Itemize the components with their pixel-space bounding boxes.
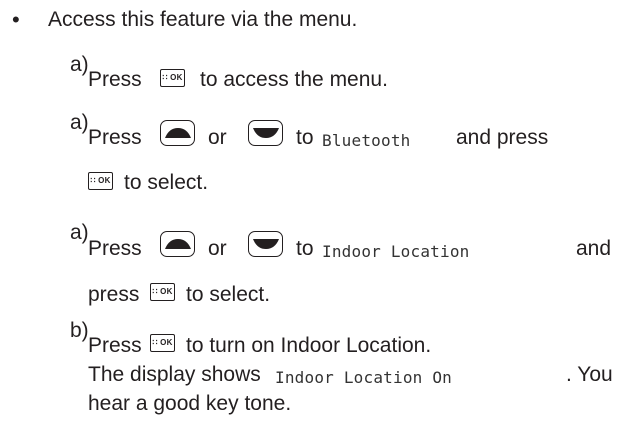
step-1-text: to access the menu. bbox=[200, 68, 388, 91]
up-key-icon bbox=[160, 231, 195, 257]
ok-key-grid-glyph: ∷ bbox=[152, 338, 158, 347]
ok-key-label: OK bbox=[160, 338, 173, 347]
ok-key-label: OK bbox=[170, 73, 183, 82]
menu-ok-key-icon: ∷ OK bbox=[88, 172, 113, 190]
step-2-press: Press bbox=[88, 126, 142, 149]
step-3-or: or bbox=[208, 237, 227, 260]
step-2-and-press: and press bbox=[456, 126, 549, 149]
step-4-tone: hear a good key tone. bbox=[88, 392, 292, 415]
step-2-to: to bbox=[296, 126, 314, 149]
step-3-menu-item: Indoor Location bbox=[322, 242, 470, 261]
step-2-select: to select. bbox=[124, 171, 209, 194]
step-4-press: Press bbox=[88, 334, 142, 357]
step-1-marker: a) bbox=[70, 53, 89, 76]
step-4-text: to turn on Indoor Location. bbox=[186, 334, 432, 357]
step-3-and: and bbox=[576, 237, 612, 260]
ok-key-grid-glyph: ∷ bbox=[90, 176, 96, 185]
menu-ok-key-icon: ∷ OK bbox=[150, 334, 175, 352]
intro-text: Access this feature via the menu. bbox=[48, 8, 358, 31]
step-4-display-value: Indoor Location On bbox=[275, 368, 452, 387]
step-2-marker: a) bbox=[70, 111, 89, 134]
ok-key-grid-glyph: ∷ bbox=[152, 287, 158, 296]
menu-ok-key-icon: ∷ OK bbox=[160, 69, 185, 87]
ok-key-label: OK bbox=[98, 176, 111, 185]
step-3-select: to select. bbox=[186, 283, 271, 306]
step-2-or: or bbox=[208, 126, 227, 149]
down-key-icon bbox=[248, 120, 283, 146]
step-3-press-lower: press bbox=[88, 283, 140, 306]
menu-ok-key-icon: ∷ OK bbox=[150, 283, 175, 301]
step-3-press: Press bbox=[88, 237, 142, 260]
step-3-to: to bbox=[296, 237, 314, 260]
ok-key-grid-glyph: ∷ bbox=[162, 73, 168, 82]
down-key-icon bbox=[248, 231, 283, 257]
step-4-display-prefix: The display shows bbox=[88, 363, 261, 386]
step-3-marker: a) bbox=[70, 221, 89, 244]
up-key-icon bbox=[160, 120, 195, 146]
step-4-marker: b) bbox=[70, 319, 89, 342]
step-1-press: Press bbox=[88, 68, 142, 91]
ok-key-label: OK bbox=[160, 287, 173, 296]
step-2-menu-item: Bluetooth bbox=[322, 131, 411, 150]
step-4-display-suffix: . You bbox=[566, 363, 613, 386]
bullet-symbol: • bbox=[12, 7, 20, 32]
